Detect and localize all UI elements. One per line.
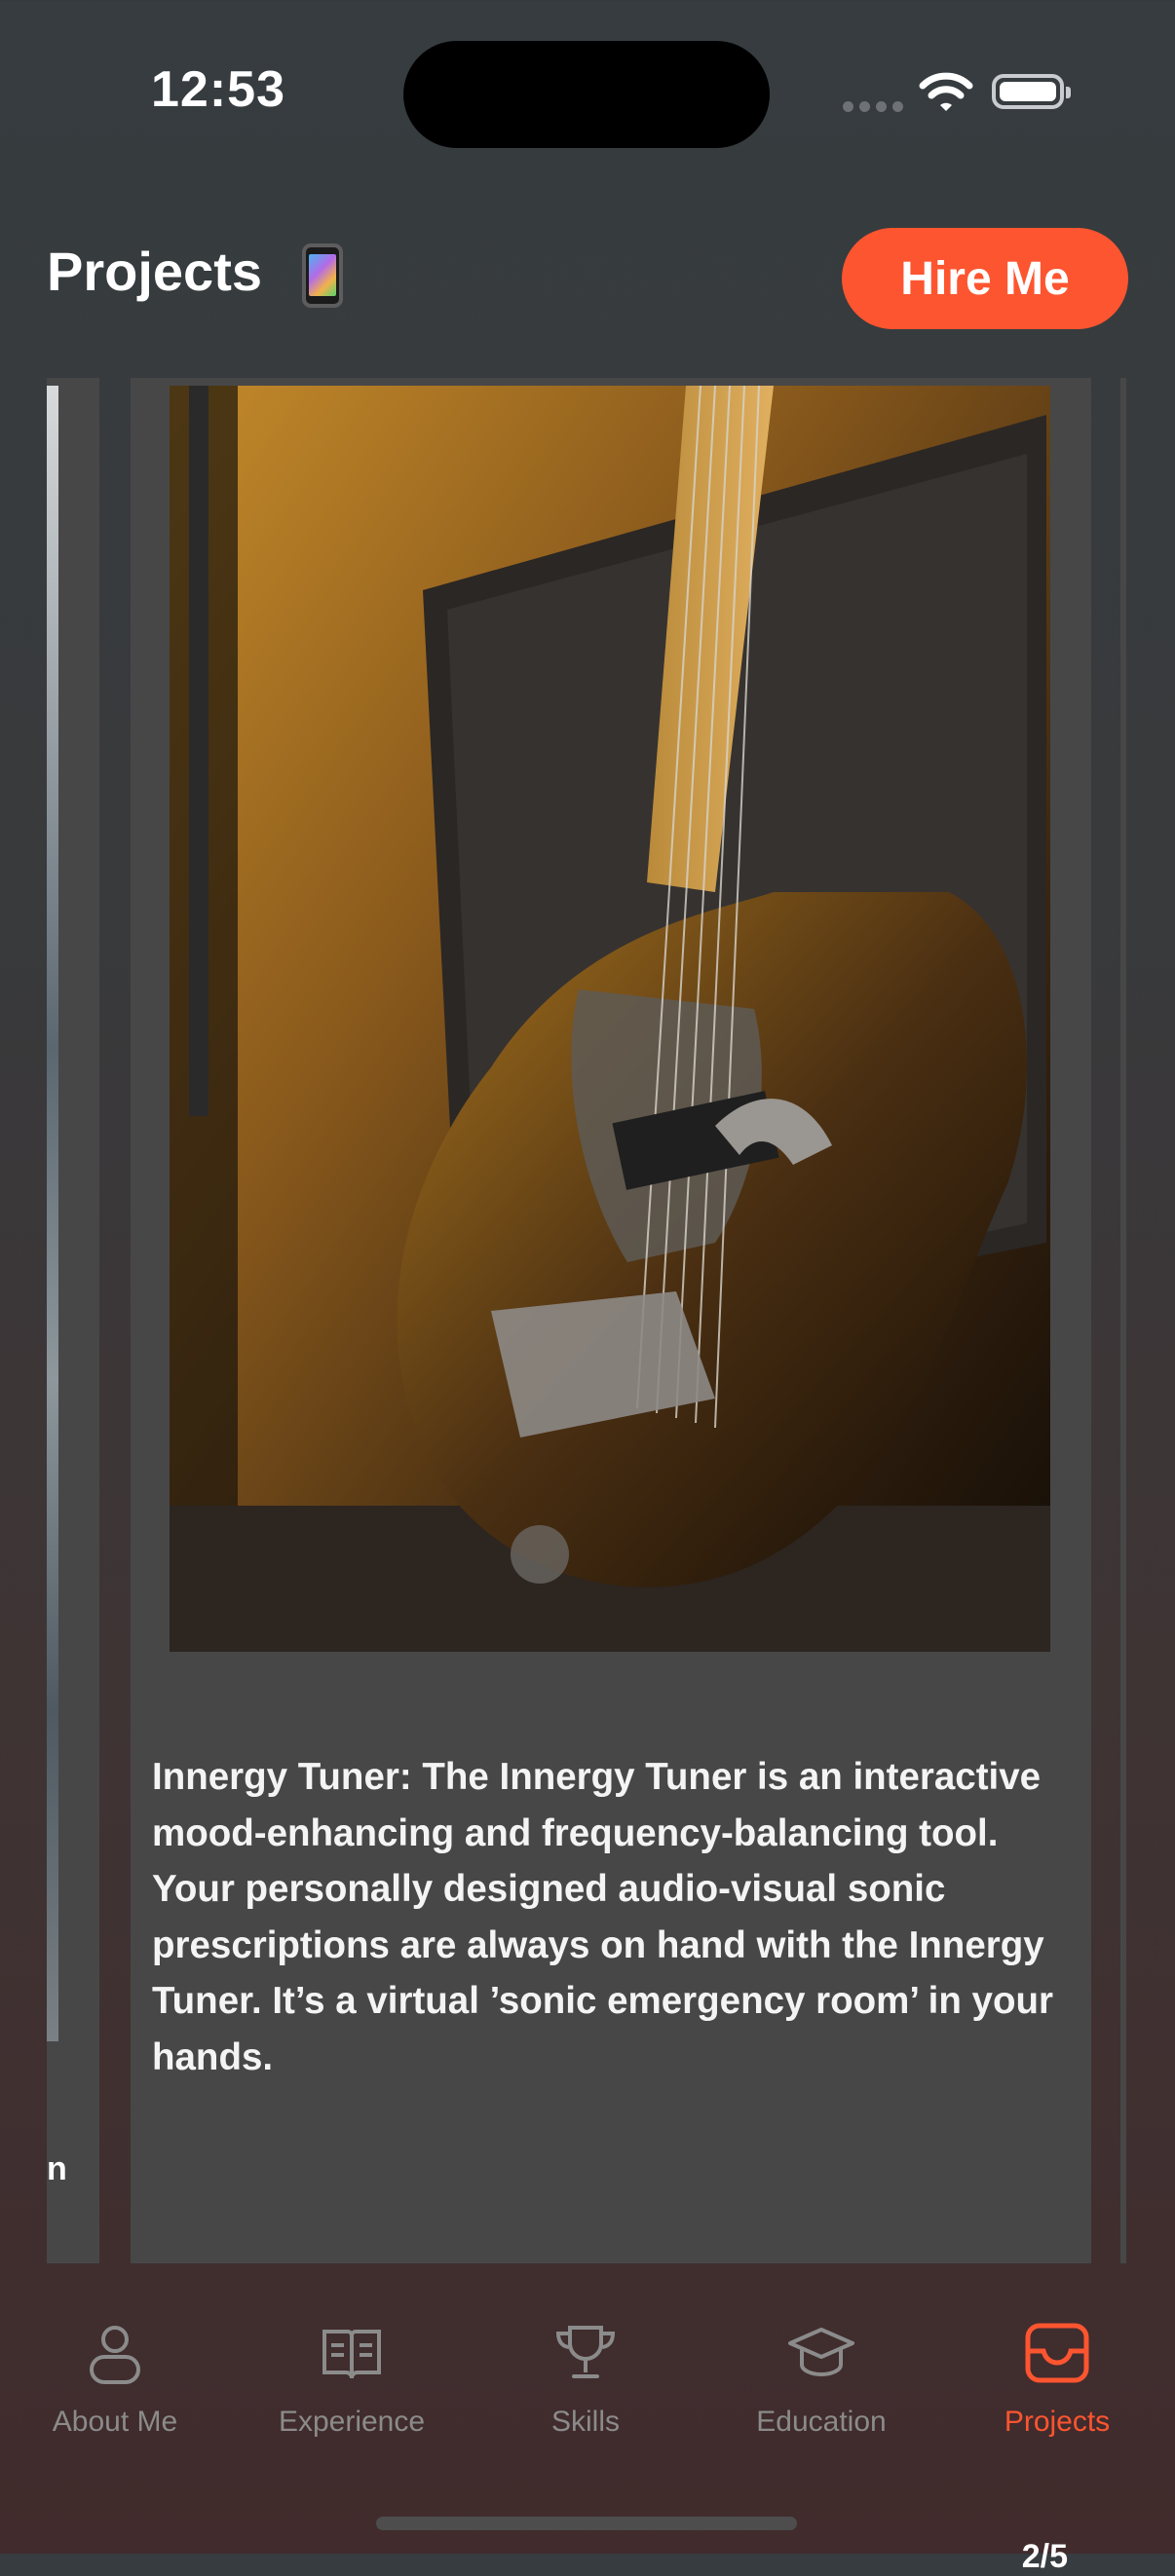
- tab-about-me[interactable]: About Me: [8, 2318, 222, 2464]
- tab-experience[interactable]: Experience: [245, 2318, 459, 2464]
- tab-education[interactable]: Education: [714, 2318, 929, 2464]
- project-description: Innergy Tuner: The Innergy Tuner is an i…: [152, 1756, 1053, 2078]
- current-project-card[interactable]: Innergy Tuner: The Innergy Tuner is an i…: [131, 378, 1091, 2575]
- project-image: [170, 386, 1050, 1652]
- inbox-icon: [1025, 2323, 1089, 2383]
- cellular-signal-icon: [843, 101, 903, 112]
- page-title: Projects: [47, 241, 262, 302]
- next-project-card[interactable]: [1120, 378, 1126, 2263]
- book-icon: [322, 2330, 381, 2379]
- tab-label: About Me: [52, 2406, 178, 2438]
- tab-label: Experience: [278, 2406, 426, 2438]
- wifi-icon: [919, 72, 973, 111]
- status-time: 12:53: [151, 61, 285, 118]
- battery-icon: [992, 74, 1071, 109]
- tab-label: Projects: [1004, 2406, 1111, 2438]
- hire-me-button[interactable]: Hire Me: [842, 228, 1128, 329]
- trophy-icon: [555, 2326, 616, 2378]
- tab-projects[interactable]: Projects: [950, 2318, 1164, 2464]
- project-counter: 2/5: [1021, 2538, 1068, 2575]
- previous-project-card[interactable]: n /5: [47, 378, 99, 2263]
- mobile-phone-emoji-icon: [302, 243, 343, 308]
- previous-project-image: [47, 386, 58, 2041]
- person-icon: [90, 2326, 140, 2384]
- dynamic-island: [403, 41, 770, 148]
- previous-project-text: n: [47, 2150, 67, 2187]
- electric-guitar-photo: [170, 386, 1050, 1652]
- tab-bar: About Me Experience Skills Education Pro…: [0, 2318, 1175, 2474]
- tab-label: Skills: [550, 2406, 620, 2438]
- tab-label: Education: [756, 2406, 887, 2438]
- graduation-cap-icon: [788, 2328, 854, 2377]
- tab-skills[interactable]: Skills: [478, 2318, 693, 2464]
- home-indicator[interactable]: [376, 2517, 797, 2530]
